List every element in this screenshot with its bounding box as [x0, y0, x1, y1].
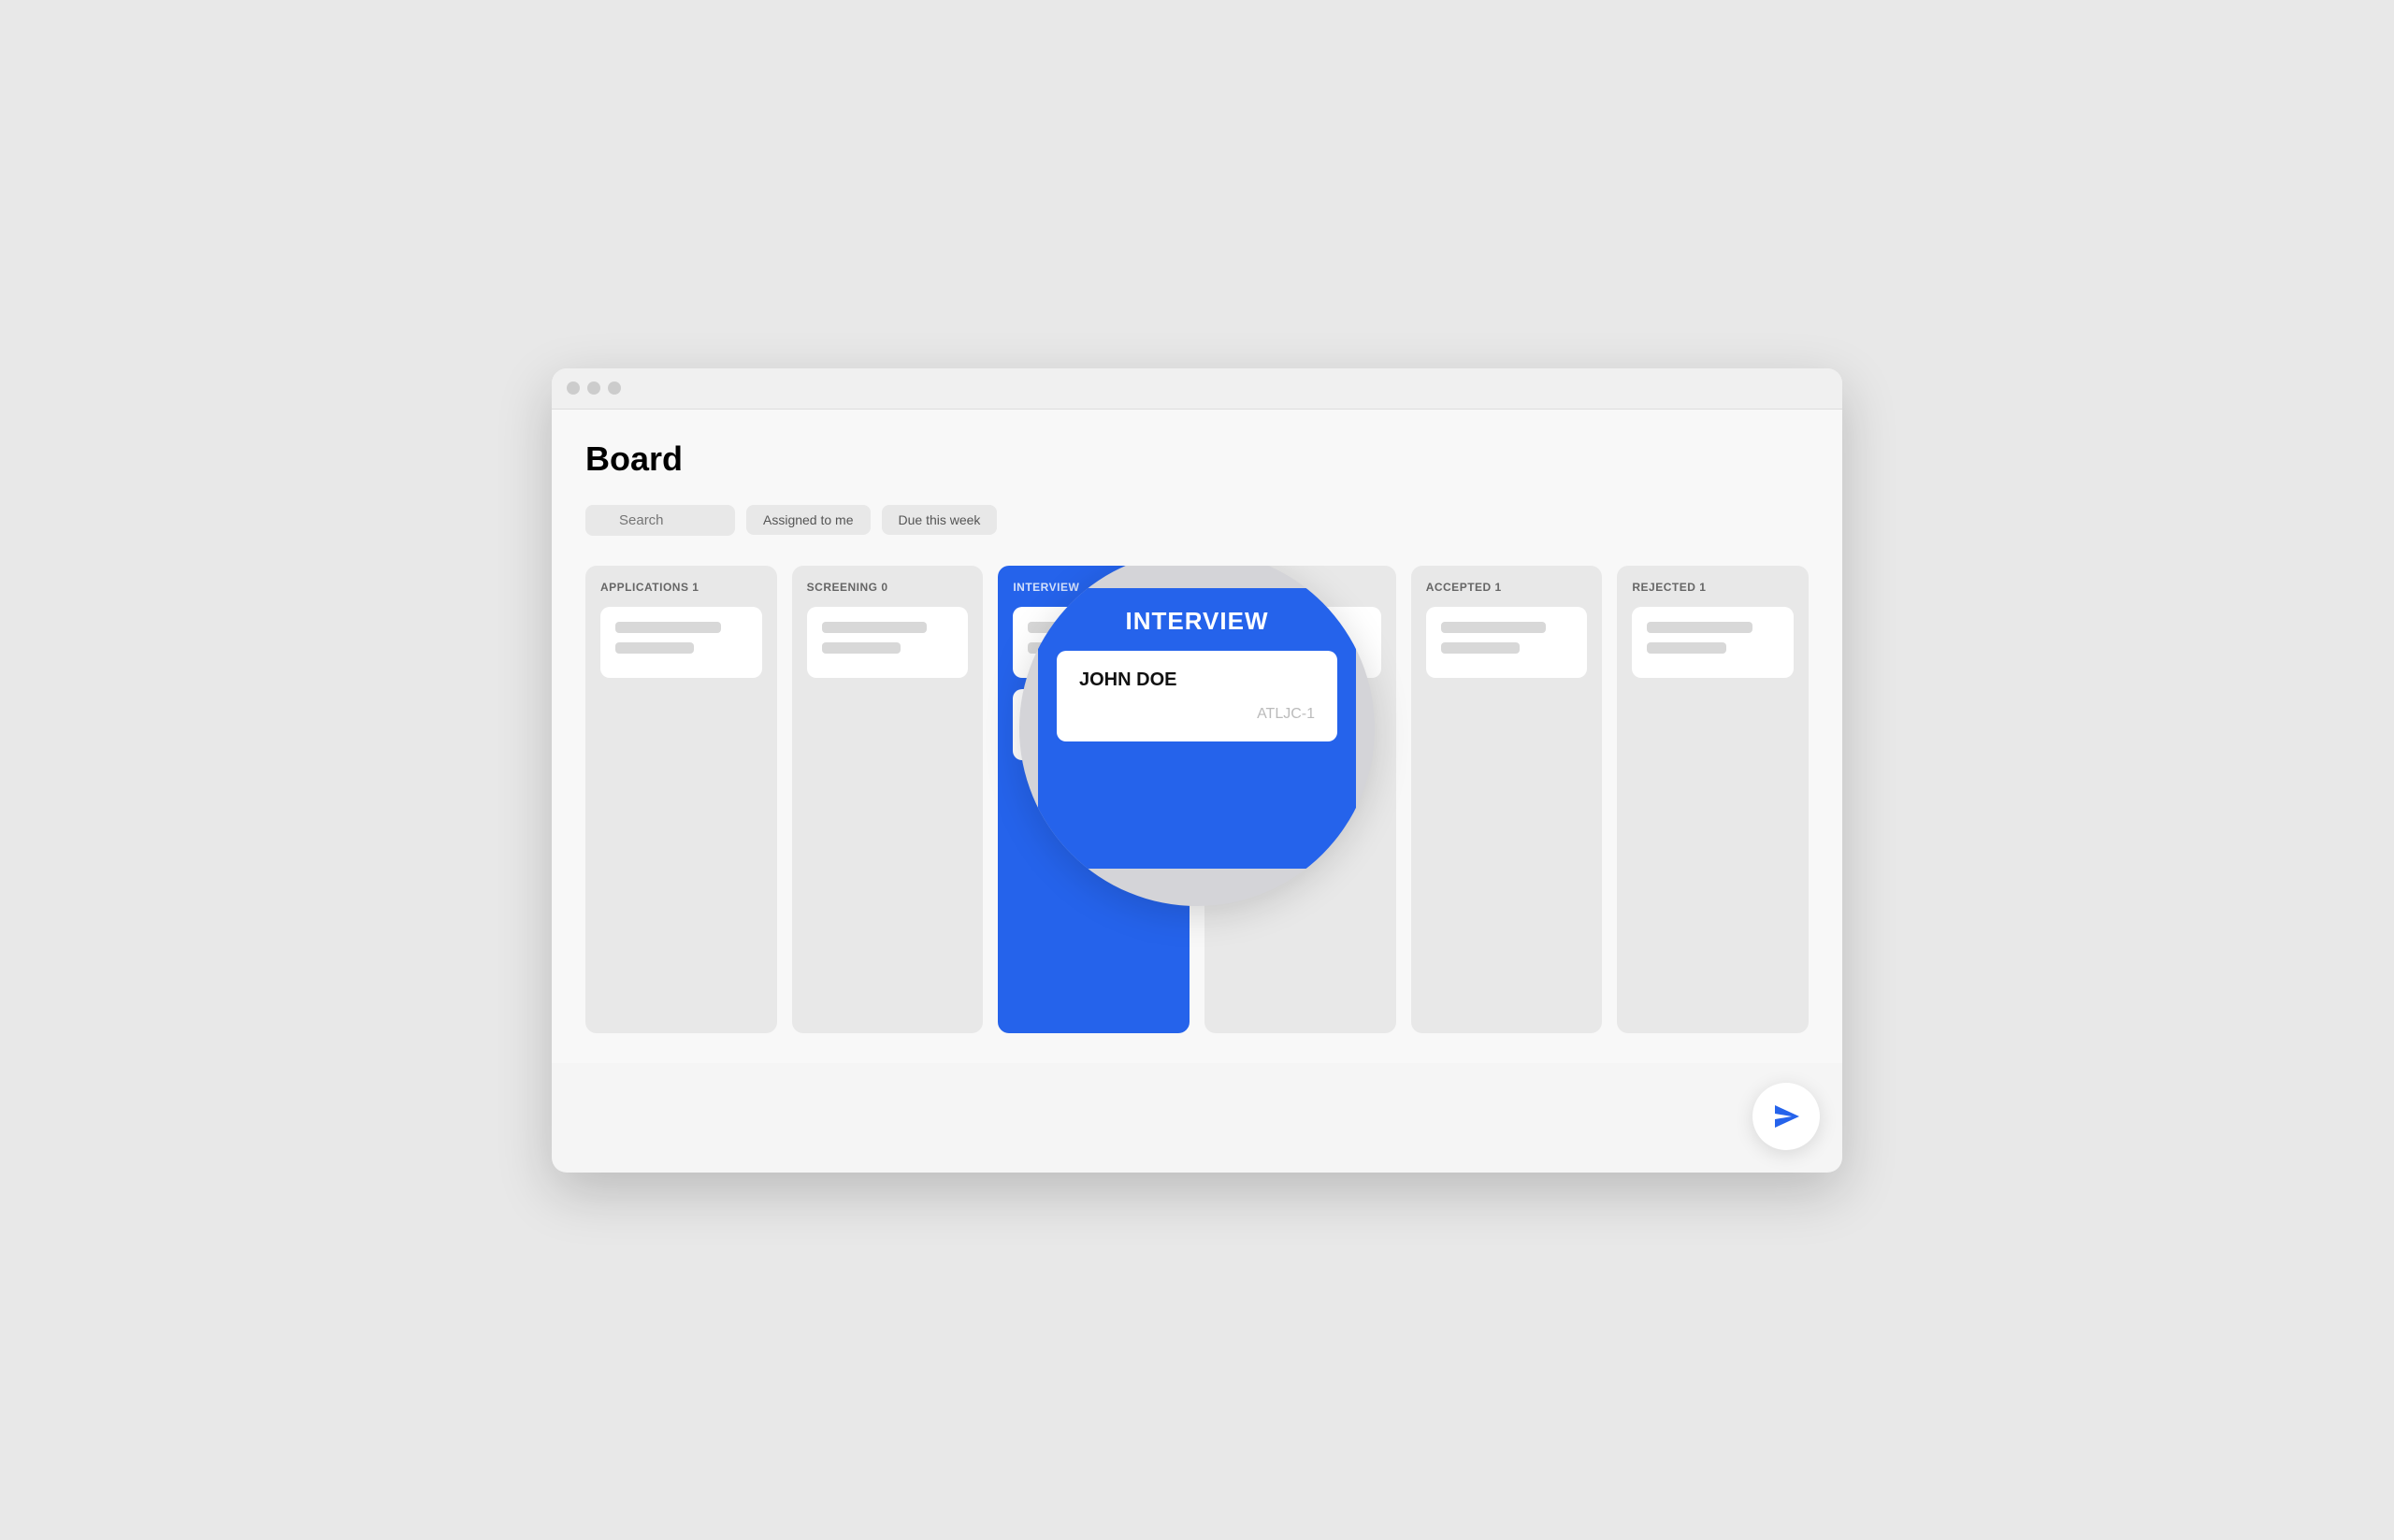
fab-button[interactable]: [1752, 1083, 1820, 1150]
card-bar-3: [822, 622, 928, 633]
column-accepted: ACCEPTED 1: [1411, 566, 1603, 1033]
card-bar-12: [1441, 642, 1520, 654]
send-icon: [1767, 1098, 1805, 1135]
magnifier-column-title: INTERVIEW: [1126, 607, 1269, 636]
card-bar-11: [1441, 622, 1547, 633]
filter-due-this-week[interactable]: Due this week: [882, 505, 998, 535]
card-bar-14: [1647, 642, 1725, 654]
maximize-button[interactable]: [608, 381, 621, 395]
toolbar: 🔍 Assigned to me Due this week: [585, 505, 1809, 536]
card-applications-1[interactable]: [600, 607, 762, 678]
card-rejected-1[interactable]: [1632, 607, 1794, 678]
minimize-button[interactable]: [587, 381, 600, 395]
column-rejected: REJECTED 1: [1617, 566, 1809, 1033]
card-bar-1: [615, 622, 721, 633]
search-input[interactable]: [585, 505, 735, 536]
card-accepted-1[interactable]: [1426, 607, 1588, 678]
column-screening: SCREENING 0: [792, 566, 984, 1033]
page-title: Board: [585, 439, 1809, 479]
magnifier-card[interactable]: JOHN DOE ATLJC-1: [1057, 651, 1337, 741]
card-screening-1[interactable]: [807, 607, 969, 678]
close-button[interactable]: [567, 381, 580, 395]
column-accepted-header: ACCEPTED 1: [1426, 581, 1588, 594]
magnifier-card-id: ATLJC-1: [1079, 706, 1315, 723]
board-container: APPLICATIONS 1 SCREENING 0 INTERVIEW: [585, 566, 1809, 1033]
titlebar: [552, 368, 1842, 410]
column-applications-header: APPLICATIONS 1: [600, 581, 762, 594]
magnifier-card-name: JOHN DOE: [1079, 669, 1315, 691]
card-bar-13: [1647, 622, 1752, 633]
app-window: Board 🔍 Assigned to me Due this week APP…: [552, 368, 1842, 1173]
column-applications: APPLICATIONS 1: [585, 566, 777, 1033]
search-container: 🔍: [585, 505, 735, 536]
traffic-lights: [567, 381, 621, 395]
card-bar-4: [822, 642, 901, 654]
card-bar-2: [615, 642, 694, 654]
filter-assigned-to-me[interactable]: Assigned to me: [746, 505, 871, 535]
column-screening-header: SCREENING 0: [807, 581, 969, 594]
main-content: Board 🔍 Assigned to me Due this week APP…: [552, 410, 1842, 1063]
magnifier-content: INTERVIEW JOHN DOE ATLJC-1: [1038, 588, 1356, 869]
magnifier-overlay: INTERVIEW JOHN DOE ATLJC-1: [1019, 566, 1375, 906]
column-rejected-header: REJECTED 1: [1632, 581, 1794, 594]
